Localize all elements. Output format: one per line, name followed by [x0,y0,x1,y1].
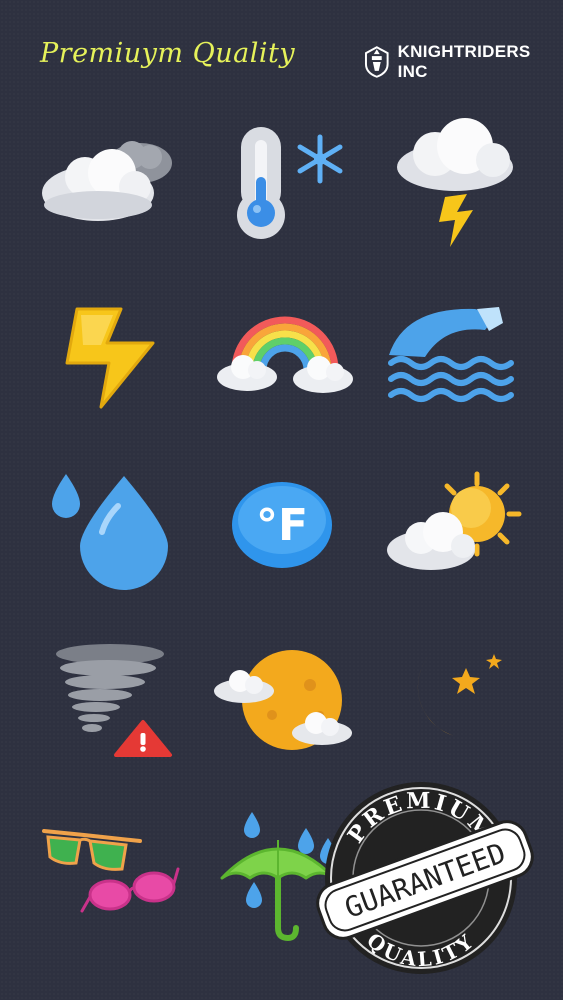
premium-guaranteed-badge: PREMIUM QUALITY GUARANTEED [313,780,538,984]
wave-icon [385,305,525,410]
fahrenheit-icon: °F [230,480,335,570]
rainbow-icon [215,315,355,395]
raindrops-icon [48,470,173,590]
lightning-bolt-icon [63,305,158,410]
fahrenheit-label: °F [256,500,308,551]
tornado-warning-icon [50,640,175,760]
cloudy-icon [40,135,180,225]
weather-icon-grid: °F PREMIU QUALITY GUARANTEED [0,0,563,1000]
sunglasses-icon [40,825,180,920]
moon-clouds-icon [212,650,352,750]
crescent-moon-stars-icon [398,650,510,750]
thermometer-snowflake-icon [237,125,353,240]
partly-sunny-icon [385,470,525,580]
thunderstorm-icon [395,112,520,252]
